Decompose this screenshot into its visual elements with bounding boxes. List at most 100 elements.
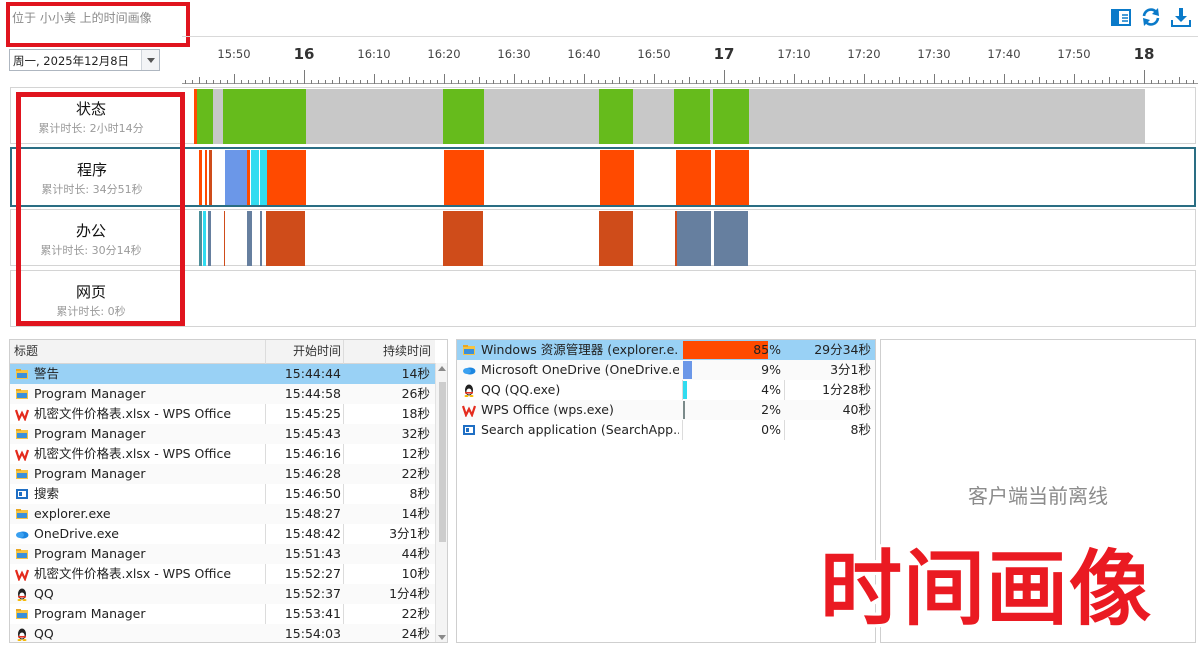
ruler-tick [941, 80, 942, 84]
process-table[interactable]: Windows 资源管理器 (explorer.e... 85% 29分34秒 Mic… [456, 339, 876, 643]
ruler-tick [969, 77, 970, 84]
date-select[interactable]: 周一, 2025年12月8日 [9, 49, 160, 71]
timeline-segment[interactable] [677, 211, 711, 266]
timeline-segment[interactable] [199, 150, 202, 205]
table-row[interactable]: 机密文件价格表.xlsx - WPS Office 15:45:25 18秒 [10, 404, 435, 424]
row-start: 15:51:43 [284, 546, 341, 561]
process-name: WPS Office (wps.exe) [481, 402, 614, 417]
ruler-tick [311, 80, 312, 84]
lane-status[interactable]: 状态 累计时长: 2小时14分 [10, 87, 1196, 144]
timeline-segment[interactable] [260, 211, 262, 266]
ruler-tick [409, 77, 410, 84]
table-row[interactable]: Program Manager 15:44:58 26秒 [10, 384, 435, 404]
ruler-tick [584, 74, 585, 84]
timeline-segment[interactable] [633, 89, 674, 144]
ruler-tick [1137, 80, 1138, 84]
header-start[interactable]: 开始时间 [266, 340, 341, 363]
timeline-ruler[interactable]: 15:50 16 16:10 16:20 16:30 16:40 16:50 17 17:10 1… [182, 36, 1198, 87]
ruler-tick [276, 80, 277, 84]
table-row[interactable]: OneDrive.exe 15:48:42 3分1秒 [10, 524, 435, 544]
process-row[interactable]: Windows 资源管理器 (explorer.e... 85% 29分34秒 [457, 340, 875, 360]
timeline-segment[interactable] [676, 150, 711, 205]
table-row[interactable]: 机密文件价格表.xlsx - WPS Office 15:52:27 10秒 [10, 564, 435, 584]
ruler-tick [318, 80, 319, 84]
process-row[interactable]: QQ (QQ.exe) 4% 1分28秒 [457, 380, 875, 400]
table-row[interactable]: 搜索 15:46:50 8秒 [10, 484, 435, 504]
folder-icon [15, 427, 29, 441]
timeline-segment[interactable] [251, 150, 259, 205]
timeline-segment[interactable] [208, 211, 211, 266]
ruler-tick [906, 80, 907, 84]
download-icon[interactable] [1170, 6, 1192, 28]
timeline-segment[interactable] [749, 89, 1145, 144]
ruler-tick [528, 80, 529, 84]
row-duration: 18秒 [401, 406, 430, 421]
ruler-tick [829, 77, 830, 84]
timeline-segment[interactable] [443, 211, 483, 266]
table-row[interactable]: Program Manager 15:53:41 22秒 [10, 604, 435, 624]
table-row[interactable]: Program Manager 15:51:43 44秒 [10, 544, 435, 564]
ruler-tick [563, 80, 564, 84]
process-row[interactable]: Search application (SearchApp.... 0% 8秒 [457, 420, 875, 440]
table-row[interactable]: Program Manager 15:46:28 22秒 [10, 464, 435, 484]
timeline-segment[interactable] [260, 150, 267, 205]
row-duration: 8秒 [409, 486, 430, 501]
timeline-segment[interactable] [225, 150, 247, 205]
timeline-segment[interactable] [267, 150, 306, 205]
sidebar-panel-icon[interactable] [1110, 6, 1132, 28]
row-start: 15:48:27 [284, 506, 341, 521]
scroll-thumb[interactable] [439, 382, 446, 542]
timeline-segment[interactable] [599, 211, 633, 266]
process-percent: 0% [761, 422, 781, 437]
timeline-segment[interactable] [484, 89, 599, 144]
timeline-segment[interactable] [443, 89, 484, 144]
scroll-up-icon[interactable] [438, 366, 446, 371]
table-row[interactable]: 机密文件价格表.xlsx - WPS Office 15:46:16 12秒 [10, 444, 435, 464]
refresh-icon[interactable] [1140, 6, 1162, 28]
timeline-segment[interactable] [199, 211, 202, 266]
timeline-segment[interactable] [674, 89, 710, 144]
ruler-tick [1193, 80, 1194, 84]
timeline-segment[interactable] [599, 89, 633, 144]
table-row[interactable]: QQ 15:54:03 24秒 [10, 624, 435, 642]
timeline-segment[interactable] [197, 89, 213, 144]
timeline-segment[interactable] [247, 211, 252, 266]
ruler-tick [773, 80, 774, 84]
process-row[interactable]: WPS Office (wps.exe) 2% 40秒 [457, 400, 875, 420]
chevron-down-icon[interactable] [141, 50, 159, 70]
lane-program[interactable]: 程序 累计时长: 34分51秒 [10, 147, 1196, 207]
row-title: Program Manager [34, 426, 146, 441]
timeline-segment[interactable] [213, 89, 223, 144]
timeline-segment[interactable] [224, 211, 225, 266]
events-table[interactable]: 标题 开始时间 持续时间 警告 15:44:44 14秒 Program Manage… [9, 339, 448, 643]
row-start: 15:48:42 [284, 526, 341, 541]
timeline-segment[interactable] [713, 89, 749, 144]
header-title[interactable]: 标题 [14, 340, 264, 363]
timeline-segment[interactable] [266, 211, 305, 266]
ruler-tick [626, 80, 627, 84]
timeline-segment[interactable] [715, 150, 749, 205]
header-duration[interactable]: 持续时间 [344, 340, 431, 363]
timeline-segment[interactable] [203, 211, 206, 266]
timeline-segment[interactable] [209, 150, 212, 205]
timeline-segment[interactable] [223, 89, 306, 144]
lane-office[interactable]: 办公 累计时长: 30分14秒 [10, 209, 1196, 266]
process-row[interactable]: Microsoft OneDrive (OneDrive.e... 9% 3分1秒 [457, 360, 875, 380]
timeline-segment[interactable] [714, 211, 748, 266]
ruler-tick [1046, 80, 1047, 84]
table-row[interactable]: QQ 15:52:37 1分4秒 [10, 584, 435, 604]
timeline-segment[interactable] [306, 89, 443, 144]
ruler-tick [703, 80, 704, 84]
scrollbar[interactable] [435, 363, 447, 642]
timeline-segment[interactable] [444, 150, 484, 205]
ruler-tick [1011, 80, 1012, 84]
scroll-down-icon[interactable] [438, 635, 446, 640]
timeline-segment[interactable] [247, 150, 250, 205]
table-row[interactable]: explorer.exe 15:48:27 14秒 [10, 504, 435, 524]
lane-web[interactable]: 网页 累计时长: 0秒 [10, 270, 1196, 327]
timeline-segment[interactable] [600, 150, 634, 205]
table-row[interactable]: Program Manager 15:45:43 32秒 [10, 424, 435, 444]
timeline-segment[interactable] [205, 150, 207, 205]
table-row[interactable]: 警告 15:44:44 14秒 [10, 364, 435, 384]
row-start: 15:52:37 [284, 586, 341, 601]
